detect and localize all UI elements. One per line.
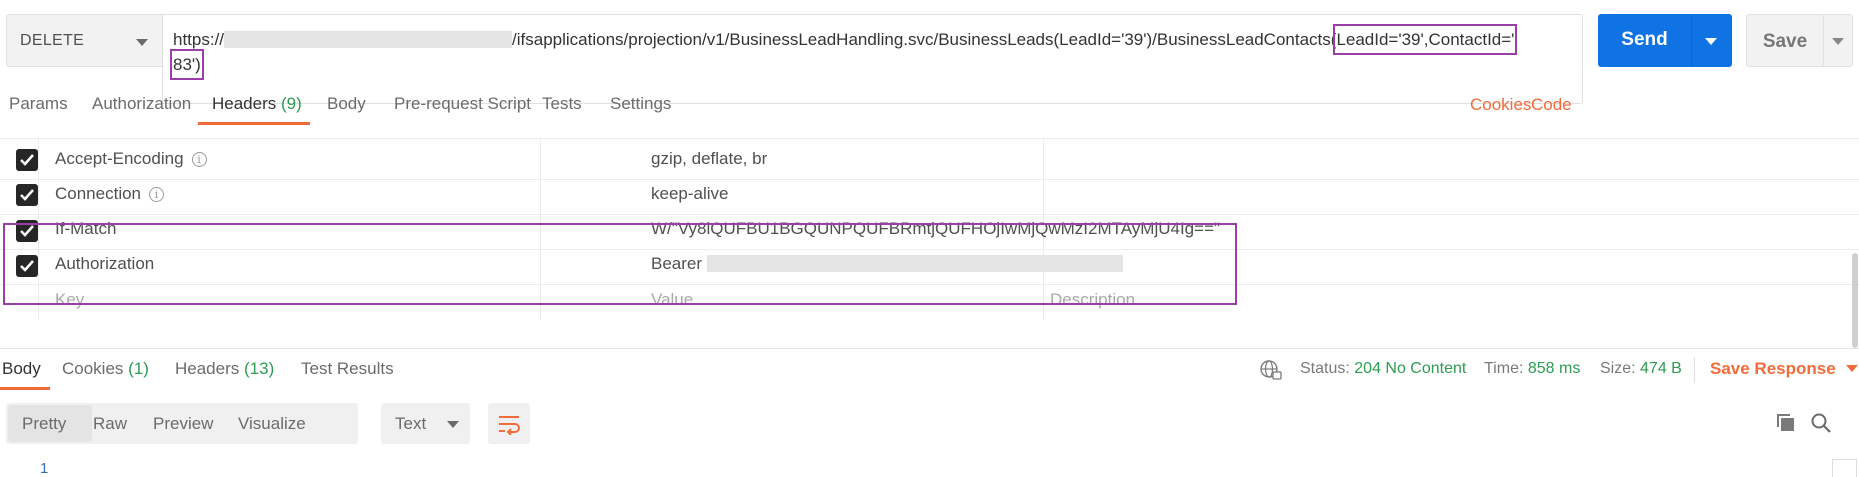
table-row-new: Key Value Description: [0, 279, 1859, 320]
checkbox[interactable]: [16, 184, 38, 206]
description-placeholder[interactable]: Description: [1050, 290, 1135, 310]
header-value[interactable]: Bearer: [651, 254, 1123, 274]
value-placeholder[interactable]: Value: [651, 290, 693, 310]
send-divider: [1691, 14, 1692, 67]
url-highlight-ids: LeadId='39',ContactId=': [1333, 24, 1518, 55]
save-label: Save: [1762, 31, 1808, 52]
response-divider: [0, 348, 1859, 349]
time-value: 858 ms: [1527, 360, 1581, 377]
send-button[interactable]: Send: [1598, 14, 1732, 67]
url-highlight-tail: 83'): [170, 49, 204, 80]
info-icon[interactable]: i: [191, 152, 207, 167]
view-mode-preview[interactable]: Preview: [153, 414, 213, 434]
send-label: Send: [1621, 29, 1668, 50]
copy-icon[interactable]: [1775, 412, 1797, 434]
redacted-token: [706, 255, 1123, 272]
header-key: If-Match: [55, 219, 117, 238]
active-tab-underline: [198, 122, 310, 125]
tab-params[interactable]: Params: [9, 94, 68, 114]
response-active-underline: [0, 387, 50, 390]
key-placeholder[interactable]: Key: [55, 290, 84, 310]
header-key: Accept-Encoding i: [55, 149, 207, 169]
save-response-button[interactable]: Save Response: [1710, 359, 1858, 379]
response-tab-body[interactable]: Body: [2, 359, 41, 379]
chevron-down-icon: [447, 421, 459, 428]
response-tab-test-results[interactable]: Test Results: [301, 359, 394, 379]
search-icon[interactable]: [1810, 412, 1832, 434]
header-value[interactable]: gzip, deflate, br: [651, 149, 767, 169]
chevron-down-icon: [1845, 365, 1858, 372]
tab-body[interactable]: Body: [327, 94, 366, 114]
wrap-lines-button[interactable]: [488, 403, 530, 444]
globe-lock-icon[interactable]: [1259, 359, 1283, 381]
tab-headers[interactable]: Headers (9): [212, 94, 302, 114]
response-tab-headers[interactable]: Headers (13): [175, 359, 274, 379]
tab-authorization[interactable]: Authorization: [92, 94, 191, 114]
info-icon[interactable]: i: [149, 187, 165, 202]
status-text: Status: 204 No Content: [1300, 360, 1467, 377]
line-number: 1: [40, 460, 49, 477]
checkbox[interactable]: [16, 149, 38, 171]
url-prefix: https://: [173, 30, 225, 49]
method-select[interactable]: DELETE: [6, 14, 162, 67]
status-value: 204 No Content: [1354, 360, 1467, 377]
table-row: [0, 128, 1859, 139]
format-select[interactable]: Text: [381, 403, 470, 444]
view-mode-raw[interactable]: Raw: [93, 414, 127, 434]
url-input[interactable]: https:// /ifsapplications/projection/v1/B…: [162, 14, 1583, 104]
url-text: https:// /ifsapplications/projection/v1/B…: [170, 24, 1573, 80]
editor-corner: [1832, 459, 1857, 477]
method-label: DELETE: [20, 32, 85, 49]
header-key: Connection i: [55, 184, 165, 204]
checkbox[interactable]: [16, 220, 38, 242]
url-path: /ifsapplications/projection/v1/BusinessL…: [512, 30, 1337, 49]
checkbox[interactable]: [16, 255, 38, 277]
view-mode-visualize[interactable]: Visualize: [238, 414, 306, 434]
response-tab-cookies[interactable]: Cookies (1): [62, 359, 149, 379]
size-text: Size: 474 B: [1600, 360, 1682, 377]
header-key: Authorization: [55, 254, 155, 273]
chevron-down-icon: [136, 39, 148, 46]
headers-table: Accept-Encoding i gzip, deflate, br Conne…: [0, 128, 1859, 348]
time-text: Time: 858 ms: [1484, 360, 1581, 377]
view-mode-group: Pretty Raw Preview Visualize: [6, 403, 358, 444]
tab-tests[interactable]: Tests: [542, 94, 582, 114]
tab-headers-count: (9): [281, 94, 302, 113]
tab-settings[interactable]: Settings: [610, 94, 671, 114]
wrap-lines-icon: [499, 416, 520, 435]
view-mode-pretty[interactable]: Pretty: [22, 414, 66, 434]
header-value[interactable]: W/"Vy8iQUFBU1BGQUNPQUFBRmtjQUFHOjIwMjQwM…: [651, 219, 1220, 239]
cookies-link[interactable]: Cookies: [1470, 95, 1531, 115]
code-link[interactable]: Code: [1531, 95, 1572, 115]
save-divider: [1823, 15, 1824, 66]
save-options-chevron-icon[interactable]: [1832, 38, 1844, 45]
save-button[interactable]: Save: [1746, 14, 1853, 67]
redacted-host: [224, 31, 513, 48]
scrollbar[interactable]: [1852, 253, 1858, 348]
format-label: Text: [395, 414, 427, 433]
divider: [1694, 357, 1695, 383]
send-options-chevron-icon[interactable]: [1705, 38, 1717, 45]
header-value[interactable]: keep-alive: [651, 184, 729, 204]
size-value: 474 B: [1640, 360, 1682, 377]
tab-pre-request-script[interactable]: Pre-request Script: [394, 94, 531, 114]
tab-headers-label: Headers: [212, 94, 277, 113]
